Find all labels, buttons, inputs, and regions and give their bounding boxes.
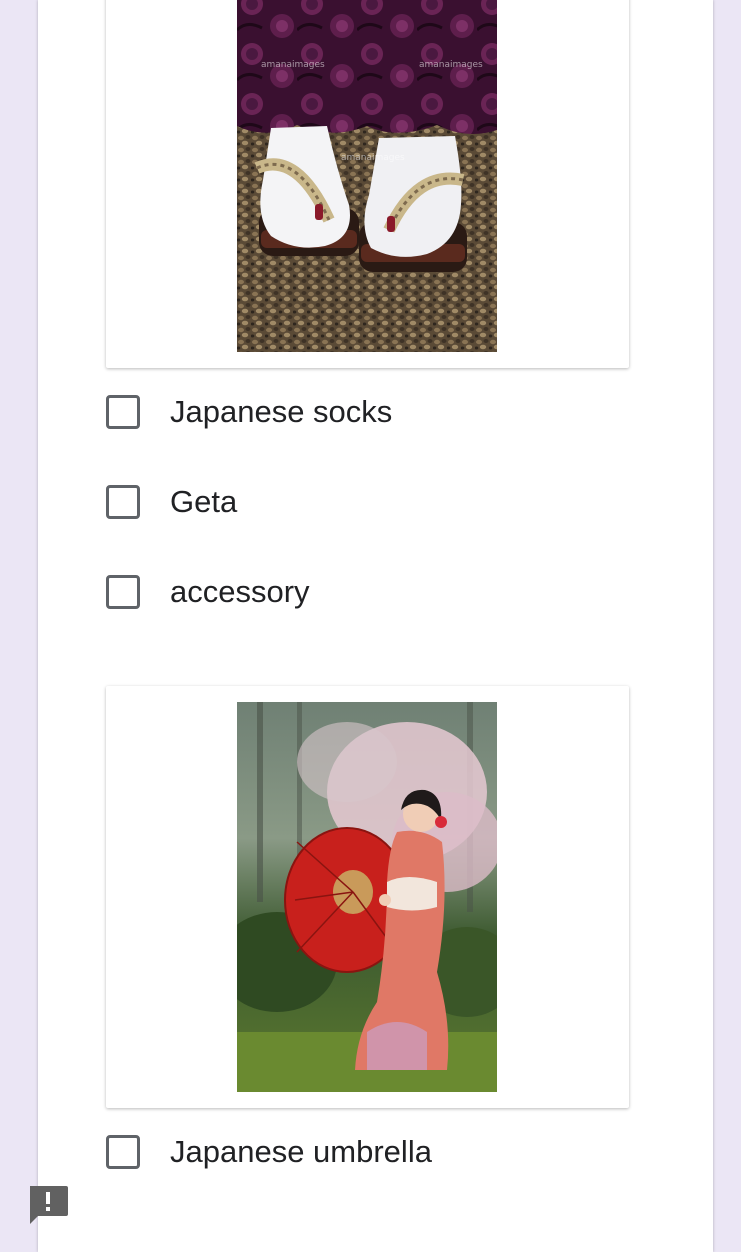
option-japanese-socks[interactable]: Japanese socks: [106, 391, 392, 433]
question-image-frame: amanaimages amanaimages amanaimages: [106, 0, 629, 368]
checkbox-unchecked-icon[interactable]: [106, 1135, 140, 1169]
option-accessory[interactable]: accessory: [106, 571, 310, 613]
checkbox-unchecked-icon[interactable]: [106, 575, 140, 609]
watermark: amanaimages: [261, 60, 325, 70]
umbrella-photo: [237, 702, 497, 1092]
checkbox-unchecked-icon[interactable]: [106, 485, 140, 519]
option-label: Geta: [170, 484, 238, 519]
report-feedback-icon[interactable]: [28, 1184, 68, 1224]
option-label: accessory: [170, 574, 310, 609]
option-japanese-umbrella[interactable]: Japanese umbrella: [106, 1131, 432, 1173]
option-label: Japanese umbrella: [170, 1134, 432, 1169]
question-image-frame: [106, 686, 629, 1108]
watermark: amanaimages: [419, 60, 483, 70]
option-geta[interactable]: Geta: [106, 481, 237, 523]
watermark: amanaimages: [341, 153, 405, 163]
option-label: Japanese socks: [170, 394, 393, 429]
geta-photo: amanaimages amanaimages amanaimages: [237, 0, 497, 352]
checkbox-unchecked-icon[interactable]: [106, 395, 140, 429]
